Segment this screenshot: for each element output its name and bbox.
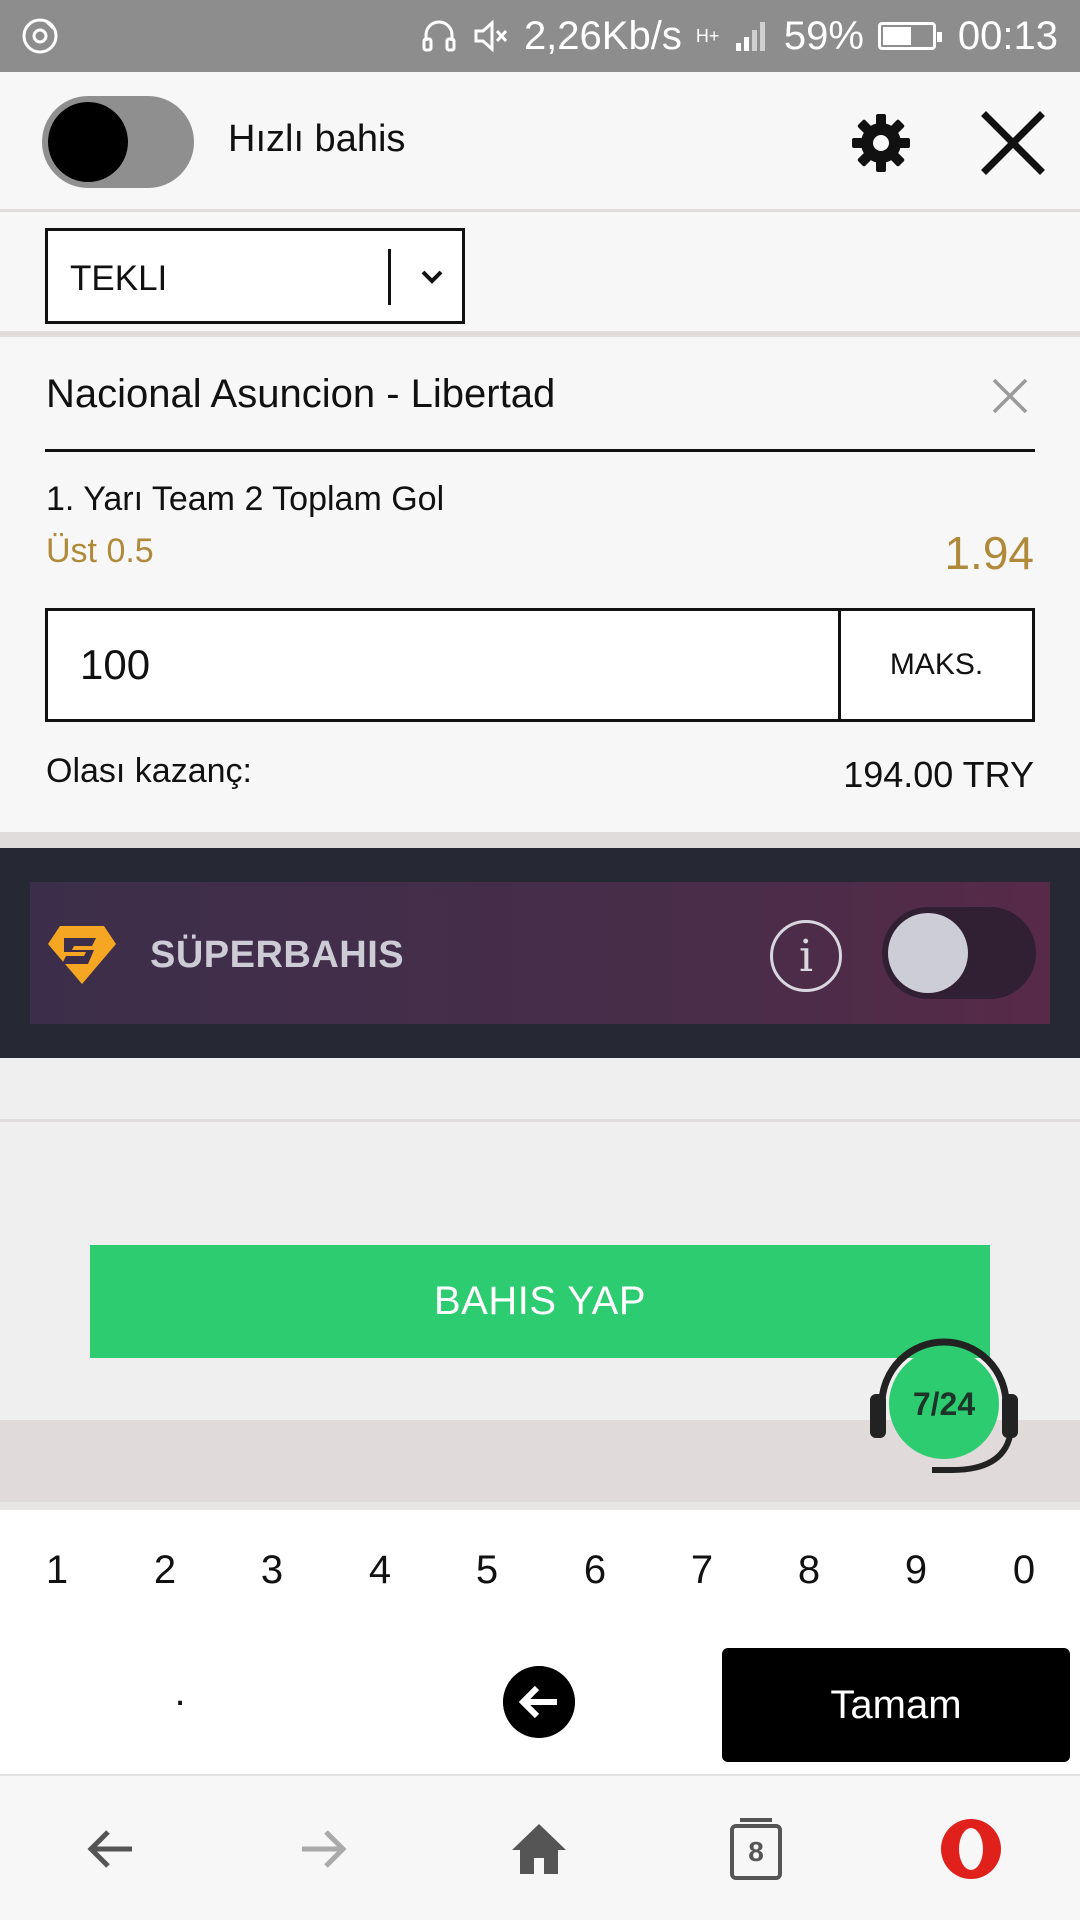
key-0[interactable]: 0 [984, 1548, 1064, 1593]
home-icon[interactable] [506, 1816, 572, 1882]
key-dot[interactable]: . [150, 1670, 210, 1715]
betslip-header: Hızlı bahis [0, 72, 1080, 212]
quick-bet-label: Hızlı bahis [228, 118, 406, 160]
market-name: 1. Yarı Team 2 Toplam Gol [46, 480, 445, 518]
toggle-knob [48, 102, 128, 182]
key-7[interactable]: 7 [662, 1548, 742, 1593]
superbahis-toggle[interactable] [882, 907, 1036, 999]
chevron-down-icon [421, 270, 443, 284]
remove-icon[interactable] [990, 376, 1030, 416]
media-icon [22, 18, 58, 54]
key-5[interactable]: 5 [447, 1548, 527, 1593]
battery-percent: 59% [783, 13, 864, 58]
bet-type-select[interactable]: TEKLI [45, 228, 465, 324]
key-9[interactable]: 9 [876, 1548, 956, 1593]
card-bottom-border [0, 832, 1080, 848]
payout-value: 194.00 TRY [843, 754, 1034, 795]
back-arrow-icon[interactable] [78, 1816, 144, 1882]
network-type: H+ [695, 26, 720, 46]
key-8[interactable]: 8 [769, 1548, 849, 1593]
stake-box: MAKS. [45, 608, 1035, 722]
key-6[interactable]: 6 [555, 1548, 635, 1593]
info-icon[interactable]: i [770, 920, 842, 992]
gear-icon[interactable] [850, 112, 912, 174]
max-stake-button[interactable]: MAKS. [838, 611, 1032, 719]
battery-icon [877, 22, 942, 50]
key-3[interactable]: 3 [232, 1548, 312, 1593]
superbahis-section: SÜPERBAHIS i [0, 848, 1080, 1058]
key-2[interactable]: 2 [125, 1548, 205, 1593]
headphones-icon [422, 20, 456, 52]
key-1[interactable]: 1 [17, 1548, 97, 1593]
digit-row: 1234567890 [0, 1548, 1080, 1618]
bet-type-value: TEKLI [70, 259, 168, 298]
opera-icon[interactable] [938, 1816, 1004, 1882]
done-key[interactable]: Tamam [722, 1648, 1070, 1762]
select-separator [388, 249, 391, 305]
place-bet-button[interactable]: BAHIS YAP [90, 1245, 990, 1358]
tabs-icon[interactable]: 8 [728, 1816, 784, 1882]
superbahis-label: SÜPERBAHIS [150, 934, 405, 976]
match-title: Nacional Asuncion - Libertad [46, 372, 556, 416]
battery-fill [882, 27, 911, 45]
stake-input[interactable] [48, 611, 841, 719]
support-badge: 7/24 [889, 1349, 999, 1459]
network-speed: 2,26Kb/s [523, 13, 682, 58]
close-icon[interactable] [980, 110, 1046, 176]
key-4[interactable]: 4 [340, 1548, 420, 1593]
mute-icon [474, 19, 508, 53]
numeric-keypad: 1234567890 . Tamam [0, 1502, 1080, 1774]
superbahis-bar: SÜPERBAHIS i [30, 882, 1050, 1024]
backspace-icon[interactable] [503, 1666, 575, 1738]
payout-label: Olası kazanç: [46, 752, 252, 790]
odds-value: 1.94 [944, 527, 1034, 579]
bet-card: Nacional Asuncion - Libertad 1. Yarı Tea… [0, 342, 1080, 832]
clock: 00:13 [957, 13, 1058, 58]
signal-icon [735, 22, 765, 51]
toggle-knob [888, 913, 968, 993]
spacer [0, 1058, 1080, 1122]
divider [45, 449, 1035, 452]
browser-nav: 8 [0, 1774, 1080, 1920]
quick-bet-toggle[interactable] [42, 96, 194, 188]
tab-count: 8 [748, 1836, 764, 1867]
superbahis-logo-icon [48, 926, 116, 984]
selection-name: Üst 0.5 [46, 532, 154, 570]
status-bar: 2,26Kb/s H+ 59% 00:13 [0, 0, 1080, 72]
support-widget[interactable]: 7/24 [862, 1324, 1026, 1474]
forward-arrow-icon[interactable] [290, 1816, 356, 1882]
bet-type-row: TEKLI [0, 215, 1080, 337]
